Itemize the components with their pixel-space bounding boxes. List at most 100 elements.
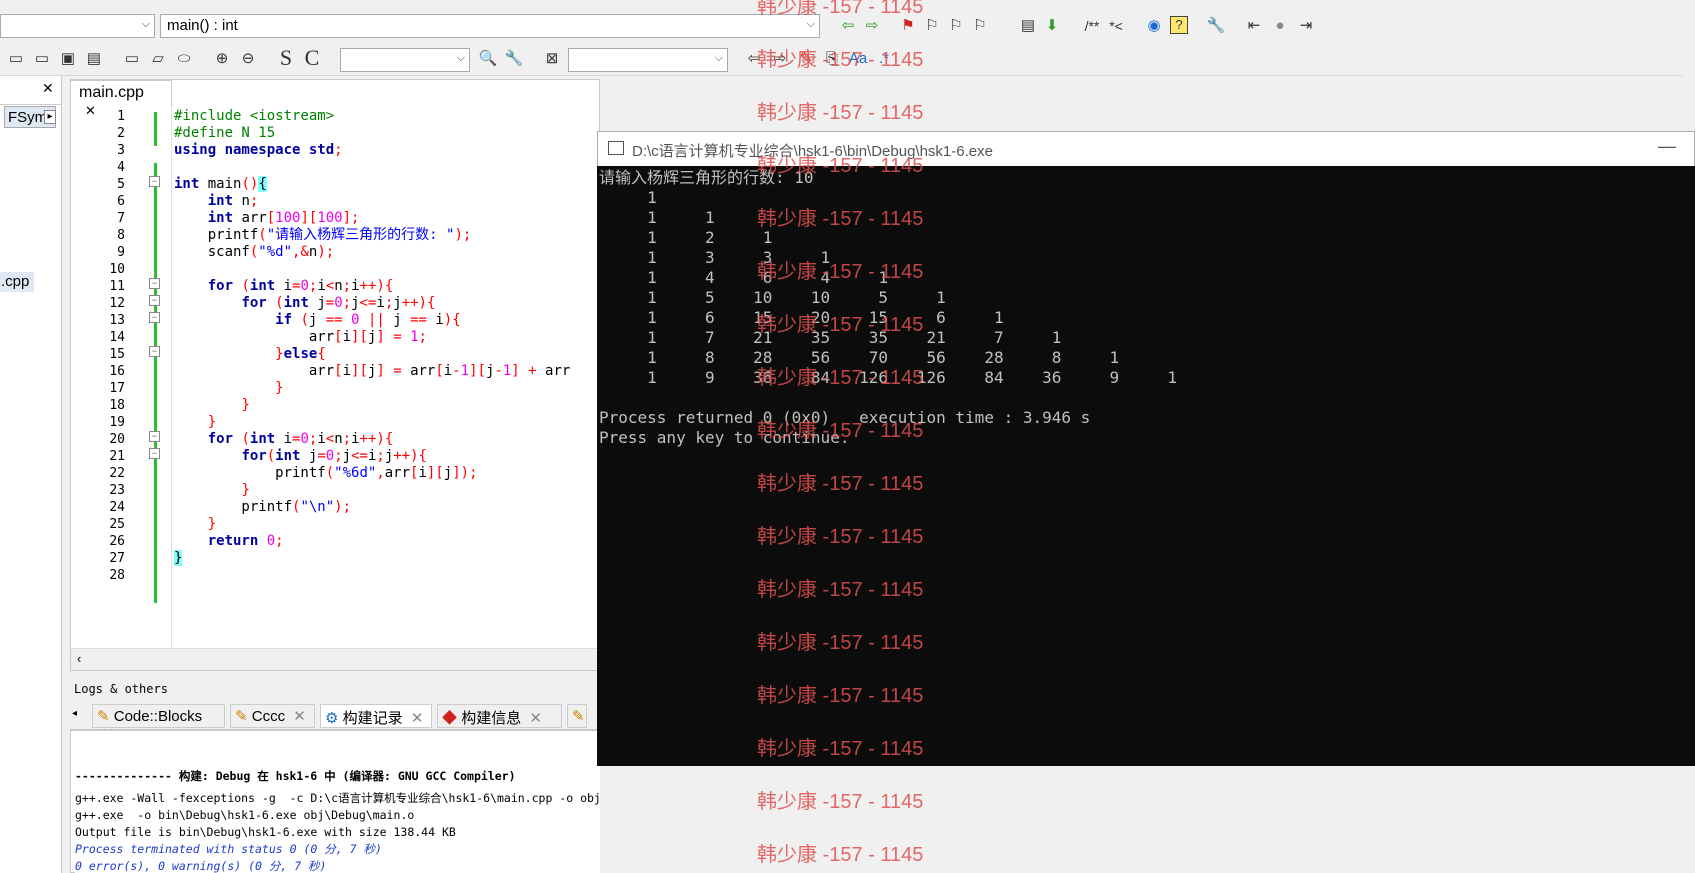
bookmark-next-icon[interactable]: ⚐ bbox=[946, 16, 966, 36]
build-log-line: -------------- 构建: Debug 在 hsk1-6 中 (编译器… bbox=[75, 769, 516, 783]
fold-toggle-icon[interactable]: − bbox=[149, 278, 160, 289]
first-icon[interactable]: ⇤ bbox=[1244, 16, 1264, 36]
watermark-text: 韩少康 -157 - 1145 bbox=[757, 155, 924, 177]
tab-main-cpp[interactable]: main.cpp ✕ bbox=[70, 80, 172, 118]
uncomment-button[interactable]: *< bbox=[1106, 16, 1126, 36]
line-number: 27 bbox=[109, 551, 125, 566]
line-number: 22 bbox=[109, 466, 125, 481]
build-log-line: Process terminated with status 0 (0 分, 7… bbox=[75, 842, 382, 856]
document-icon: ✎ bbox=[235, 708, 248, 725]
scroll-left-icon[interactable]: ‹ bbox=[77, 651, 81, 666]
tab-more[interactable]: ✎ bbox=[567, 704, 587, 728]
layout1-icon[interactable]: ▭ bbox=[6, 49, 26, 69]
fold-toggle-icon[interactable]: − bbox=[149, 176, 160, 187]
tools-icon[interactable]: 🔧 bbox=[504, 49, 524, 69]
divider bbox=[0, 104, 62, 105]
gear-icon: ⚙ bbox=[325, 710, 339, 727]
watermark-text: 韩少康 -157 - 1145 bbox=[757, 844, 924, 866]
layout3-icon[interactable]: ▣ bbox=[58, 49, 78, 69]
minimize-icon[interactable]: — bbox=[1658, 136, 1676, 157]
comment-button[interactable]: /** bbox=[1078, 16, 1106, 36]
line-number: 11 bbox=[109, 279, 125, 294]
close-icon[interactable]: ✕ bbox=[42, 80, 54, 97]
line-number: 10 bbox=[109, 262, 125, 277]
wrench-icon[interactable]: 🔧 bbox=[1206, 16, 1226, 36]
line-number: 4 bbox=[117, 160, 125, 175]
line-number: 18 bbox=[109, 398, 125, 413]
margin-line bbox=[171, 108, 172, 648]
watermark-text: 韩少康 -157 - 1145 bbox=[757, 49, 924, 71]
watermark-text: 韩少康 -157 - 1145 bbox=[757, 473, 924, 495]
tab-build-messages[interactable]: ◆ 构建信息 ✕ bbox=[437, 704, 562, 728]
chevron-down-icon: ⌵ bbox=[141, 18, 150, 30]
zoom-in-icon[interactable]: ⊕ bbox=[212, 49, 232, 69]
chevron-down-icon: ⌵ bbox=[456, 52, 465, 64]
chevron-right-icon[interactable]: ▸ bbox=[44, 110, 56, 124]
bookmark-clear-icon[interactable]: ⚐ bbox=[970, 16, 990, 36]
select-icon[interactable]: ▭ bbox=[122, 49, 142, 69]
select3-icon[interactable]: ⬭ bbox=[174, 49, 194, 69]
clear-icon[interactable]: ⊠ bbox=[542, 49, 562, 69]
bookmark-icon[interactable]: ⚑ bbox=[898, 16, 918, 36]
c-icon[interactable]: C bbox=[302, 47, 322, 69]
fold-toggle-icon[interactable]: − bbox=[149, 312, 160, 323]
line-number: 5 bbox=[117, 177, 125, 192]
build-log[interactable]: -------------- 构建: Debug 在 hsk1-6 中 (编译器… bbox=[75, 735, 600, 873]
change-marker bbox=[154, 163, 157, 603]
source-code[interactable]: #include <iostream> #define N 15 using n… bbox=[174, 108, 570, 567]
fold-toggle-icon[interactable]: − bbox=[149, 346, 160, 357]
watermark-text: 韩少康 -157 - 1145 bbox=[757, 791, 924, 813]
tab-main-cpp-label: main.cpp bbox=[79, 84, 144, 101]
step-icon[interactable]: ⬇ bbox=[1042, 16, 1062, 36]
fold-toggle-icon[interactable]: − bbox=[149, 431, 160, 442]
line-number: 2 bbox=[117, 126, 125, 141]
arrow-right-icon[interactable]: ⇨ bbox=[862, 16, 882, 36]
function-combo[interactable]: main() : int ⌵ bbox=[160, 14, 820, 38]
close-icon[interactable]: ✕ bbox=[529, 710, 542, 727]
tab-codeblocks[interactable]: ✎ Code::Blocks ✕ bbox=[92, 704, 225, 743]
search-combo-2[interactable]: ⌵ bbox=[568, 48, 728, 72]
globe-icon[interactable]: ◉ bbox=[1144, 16, 1164, 36]
fold-toggle-icon[interactable]: − bbox=[149, 295, 160, 306]
line-number: 28 bbox=[109, 568, 125, 583]
right-edge bbox=[1683, 44, 1695, 131]
watermark-text: 韩少康 -157 - 1145 bbox=[757, 632, 924, 654]
logs-header-label: Logs & others bbox=[74, 682, 168, 696]
scope-combo[interactable]: ⌵ bbox=[0, 14, 155, 38]
help-icon[interactable]: ? bbox=[1170, 16, 1188, 34]
horizontal-scrollbar[interactable]: ‹ bbox=[71, 648, 599, 670]
class-icon[interactable]: ▤ bbox=[1018, 16, 1038, 36]
last-icon[interactable]: ⇥ bbox=[1296, 16, 1316, 36]
layout4-icon[interactable]: ▤ bbox=[84, 49, 104, 69]
line-number: 24 bbox=[109, 500, 125, 515]
bookmark-prev-icon[interactable]: ⚐ bbox=[922, 16, 942, 36]
chevron-down-icon: ⌵ bbox=[714, 52, 723, 64]
close-icon[interactable]: ✕ bbox=[85, 103, 96, 118]
watermark-text: 韩少康 -157 - 1145 bbox=[757, 367, 924, 389]
change-marker bbox=[154, 112, 157, 146]
select2-icon[interactable]: ▱ bbox=[148, 49, 168, 69]
arrow-left-icon[interactable]: ⇦ bbox=[838, 16, 858, 36]
layout2-icon[interactable]: ▭ bbox=[32, 49, 52, 69]
line-number: 16 bbox=[109, 364, 125, 379]
console-app-icon bbox=[608, 141, 624, 155]
line-number: 12 bbox=[109, 296, 125, 311]
s-icon[interactable]: S bbox=[276, 47, 296, 69]
find-icon[interactable]: 🔍 bbox=[478, 49, 498, 69]
close-icon[interactable]: ✕ bbox=[293, 708, 306, 725]
line-number: 20 bbox=[109, 432, 125, 447]
diamond-icon: ◆ bbox=[442, 710, 458, 727]
line-number: 8 bbox=[117, 228, 125, 243]
watermark-text: 韩少康 -157 - 1145 bbox=[757, 314, 924, 336]
close-icon[interactable]: ✕ bbox=[411, 710, 424, 727]
record-icon[interactable]: ● bbox=[1270, 16, 1290, 36]
zoom-out-icon[interactable]: ⊖ bbox=[238, 49, 258, 69]
search-combo[interactable]: ⌵ bbox=[340, 48, 470, 72]
code-editor[interactable]: 1 2 3 4 5 6 7 8 9 10 11 12 13 14 15 16 17 18 19 20 21 22 23 24 2… bbox=[70, 79, 600, 671]
logs-tab-bar: ◂ ✎ Code::Blocks ✕ ✎ Cccc ✕ ⚙ 构建记录 ✕ ◆ 构… bbox=[70, 700, 600, 743]
tabs-scroll-left-icon[interactable]: ◂ bbox=[72, 708, 77, 719]
tab-cccc[interactable]: ✎ Cccc ✕ bbox=[230, 704, 315, 728]
fold-toggle-icon[interactable]: − bbox=[149, 448, 160, 459]
project-file-item[interactable]: .cpp bbox=[0, 272, 34, 292]
tab-build-log[interactable]: ⚙ 构建记录 ✕ bbox=[320, 704, 432, 728]
